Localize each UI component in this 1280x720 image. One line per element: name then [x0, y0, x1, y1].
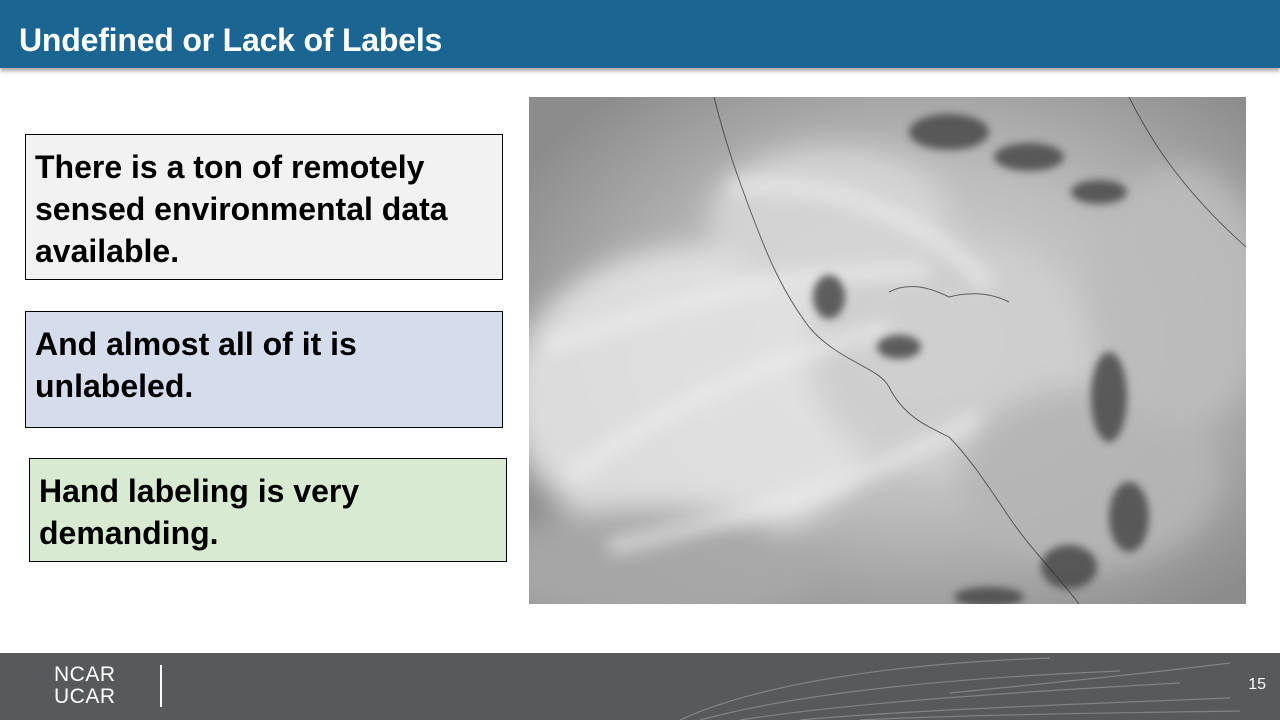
page-number: 15 [1248, 676, 1266, 693]
ncar-ucar-logo: NCAR UCAR [54, 664, 116, 708]
text-box-unlabeled: And almost all of it is unlabeled. [25, 311, 503, 428]
slide-title: Undefined or Lack of Labels [19, 22, 443, 58]
slide-footer: NCAR UCAR 15 [0, 653, 1280, 720]
satellite-storm-image [529, 97, 1246, 604]
logo-ncar-text: NCAR [54, 663, 116, 686]
text-box-hand-labeling: Hand labeling is very demanding. [29, 458, 507, 562]
decorative-swirl-lines [679, 657, 1241, 720]
logo-ucar-text: UCAR [54, 685, 116, 708]
logo-divider [160, 665, 162, 707]
text-box-remote-sensing: There is a ton of remotely sensed enviro… [25, 134, 503, 280]
slide-header: Undefined or Lack of Labels [0, 0, 1280, 68]
